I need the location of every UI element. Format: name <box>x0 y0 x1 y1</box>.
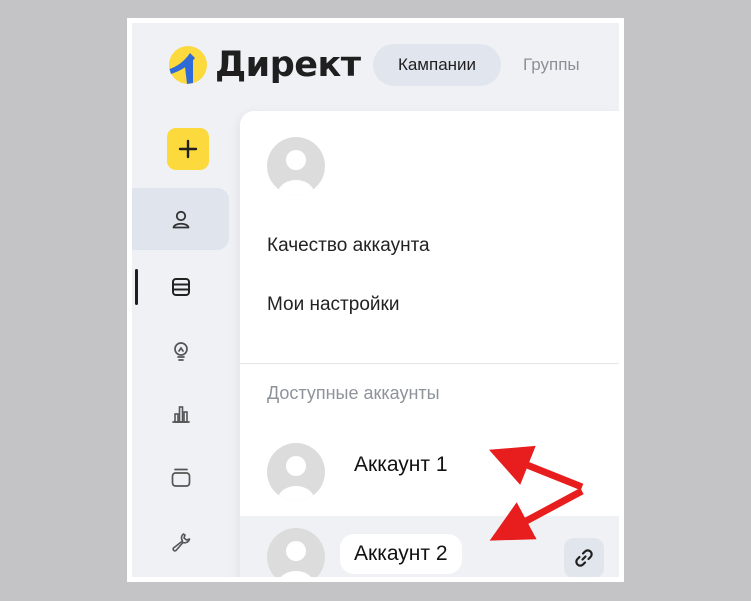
add-button[interactable] <box>167 128 209 170</box>
logo-text: Директ <box>215 45 361 85</box>
menu-item-my-settings[interactable]: Мои настройки <box>267 294 399 316</box>
bar-chart-icon <box>171 406 190 423</box>
lightbulb-icon <box>173 342 188 361</box>
tab-groups[interactable]: Группы <box>523 44 580 86</box>
sidebar-item-profile[interactable] <box>132 188 229 250</box>
sidebar-item-recommendations[interactable] <box>132 320 229 382</box>
screenshot-frame: Директ Кампании Группы Качество аккаунта… <box>127 18 624 582</box>
link-icon <box>575 549 593 567</box>
direct-app: Директ Кампании Группы Качество аккаунта… <box>132 23 619 577</box>
account-row-2[interactable]: Аккаунт 2 <box>240 516 619 577</box>
account-dropdown: Качество аккаунта Мои настройки Доступны… <box>240 111 619 577</box>
user-silhouette-icon <box>281 541 311 577</box>
list-icon <box>171 278 190 296</box>
accounts-section-title: Доступные аккаунты <box>267 383 440 403</box>
account-row-1[interactable]: Аккаунт 1 <box>240 431 619 511</box>
avatar[interactable] <box>267 137 325 195</box>
link-account-button[interactable] <box>564 538 604 577</box>
tab-campaigns[interactable]: Кампании <box>373 44 501 86</box>
sidebar-item-statistics[interactable] <box>132 383 229 445</box>
account-2-avatar <box>267 528 325 577</box>
account-1-avatar <box>267 443 325 501</box>
wrench-icon <box>171 533 190 552</box>
user-silhouette-icon <box>277 150 315 195</box>
divider <box>240 363 619 364</box>
sidebar-item-campaigns[interactable] <box>132 256 229 318</box>
account-1-name: Аккаунт 1 <box>340 445 462 485</box>
yandex-direct-logo-icon <box>169 46 207 84</box>
stack-icon <box>171 468 190 487</box>
menu-item-account-quality[interactable]: Качество аккаунта <box>267 235 430 257</box>
account-2-name: Аккаунт 2 <box>340 534 462 574</box>
sidebar-item-library[interactable] <box>132 447 229 509</box>
direct-logo[interactable]: Директ <box>168 45 361 85</box>
sidebar-item-tools[interactable] <box>132 511 229 573</box>
user-icon <box>172 210 189 229</box>
plus-icon <box>178 139 198 159</box>
user-silhouette-icon <box>277 456 315 501</box>
